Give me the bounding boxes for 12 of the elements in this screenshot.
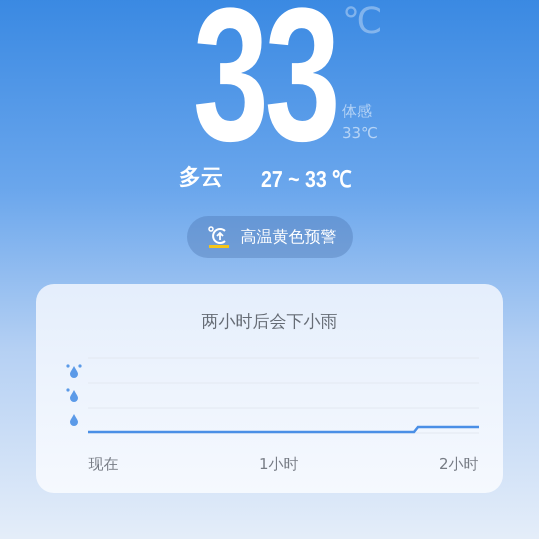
heat-warning-icon xyxy=(206,225,230,249)
temperature: 33 xyxy=(192,0,336,150)
temperature-range: 27 ~ 33 ℃ xyxy=(261,165,352,194)
feels-like-temperature: 33℃ xyxy=(342,123,379,144)
feels-like-label: 体感 xyxy=(342,101,373,122)
rain-forecast-title: 两小时后会下小雨 xyxy=(202,311,338,333)
temperature-unit: ℃ xyxy=(342,2,382,42)
time-axis-label: 2小时 xyxy=(438,455,478,474)
time-axis-label: 现在 xyxy=(88,455,118,474)
time-axis-label: 1小时 xyxy=(258,455,298,474)
heat-warning-button[interactable]: 高温黄色预警 xyxy=(186,216,352,258)
weather-condition: 多云 xyxy=(179,164,224,192)
